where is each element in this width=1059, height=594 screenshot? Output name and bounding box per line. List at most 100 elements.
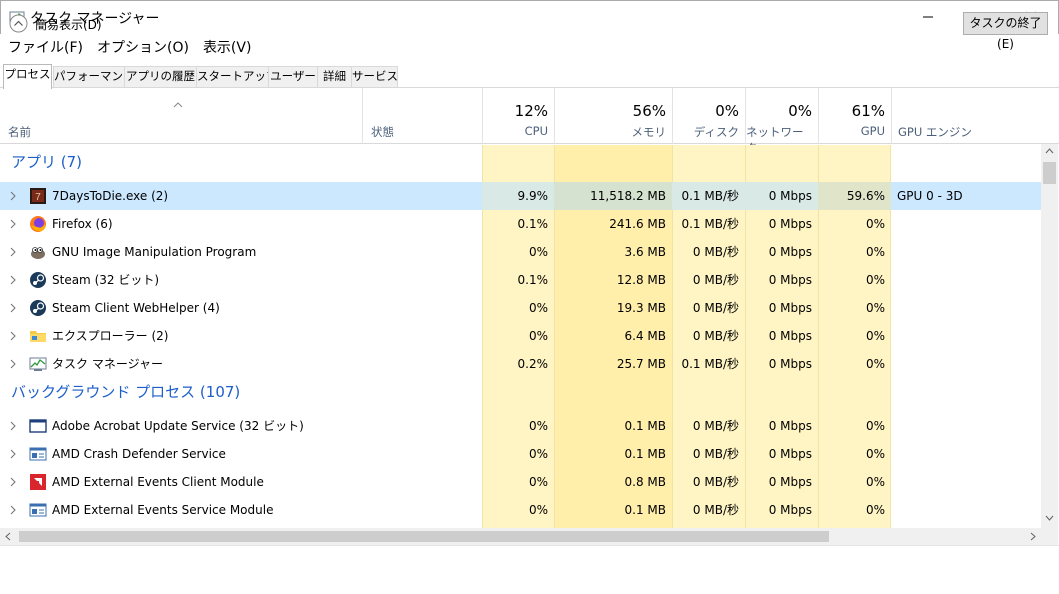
- chevron-right-icon[interactable]: [9, 477, 17, 487]
- column-status-label: 状態: [371, 125, 394, 139]
- chevron-right-icon[interactable]: [9, 421, 17, 431]
- process-row[interactable]: AMD External Events Service Module 0% 0.1 …: [0, 496, 1041, 524]
- cpu-cell: 0.2%: [517, 357, 549, 371]
- scroll-right-icon[interactable]: [1030, 532, 1036, 541]
- gpu-engine-cell: GPU 0 - 3D: [897, 189, 963, 203]
- process-row[interactable]: Steam (32 ビット) 0.1% 12.8 MB 0 MB/秒 0 Mbps 0%: [0, 266, 1041, 294]
- fewer-details-link[interactable]: 簡易表示(D): [35, 16, 102, 33]
- disk-cell: 0 MB/秒: [692, 301, 739, 315]
- tab-services[interactable]: サービス: [351, 66, 398, 87]
- disk-cell: 0 MB/秒: [692, 503, 739, 517]
- column-cpu[interactable]: 12% CPU: [482, 88, 554, 144]
- menu-view[interactable]: 表示(V): [196, 36, 259, 60]
- process-list[interactable]: アプリ (7) 7 7DaysToDie.exe (2) 9.9% 11,518.2 M…: [0, 145, 1041, 528]
- memory-cell: 0.1 MB: [624, 447, 666, 461]
- tab-performance[interactable]: パフォーマンス: [53, 66, 134, 87]
- disk-cell: 0 MB/秒: [692, 245, 739, 259]
- process-row[interactable]: エクスプローラー (2) 0% 6.4 MB 0 MB/秒 0 Mbps 0%: [0, 322, 1041, 350]
- tab-details[interactable]: 詳細: [317, 66, 352, 87]
- gpu-cell: 0%: [865, 419, 885, 433]
- network-total: 0%: [788, 102, 812, 120]
- group-header: バックグラウンド プロセス (107): [11, 383, 241, 401]
- network-cell: 0 Mbps: [768, 217, 812, 231]
- vertical-scrollbar[interactable]: [1041, 144, 1058, 528]
- gpu-cell: 0%: [865, 273, 885, 287]
- process-row[interactable]: AMD Crash Defender Service 0% 0.1 MB 0 MB/秒…: [0, 440, 1041, 468]
- gimp-icon: [31, 247, 45, 259]
- tab-app-history[interactable]: アプリの履歴: [124, 66, 197, 87]
- amd-icon: [30, 474, 46, 490]
- chevron-up-icon: [173, 102, 183, 108]
- minimize-icon: [923, 16, 933, 18]
- network-cell: 0 Mbps: [768, 357, 812, 371]
- process-row[interactable]: Adobe Acrobat Update Service (32 ビット) 0% 0…: [0, 412, 1041, 440]
- gpu-cell: 0%: [865, 301, 885, 315]
- vertical-scroll-thumb[interactable]: [1043, 162, 1056, 184]
- process-row[interactable]: タスク マネージャー 0.2% 25.7 MB 0.1 MB/秒 0 Mbps 0%: [0, 350, 1041, 378]
- task-manager-icon: [29, 357, 47, 371]
- scroll-left-icon[interactable]: [5, 532, 11, 541]
- process-name: AMD Crash Defender Service: [52, 447, 226, 461]
- process-row[interactable]: Steam Client WebHelper (4) 0% 19.3 MB 0 MB/…: [0, 294, 1041, 322]
- disk-cell: 0.1 MB/秒: [672, 182, 745, 210]
- process-name: AMD External Events Client Module: [52, 475, 264, 489]
- tab-startup[interactable]: スタートアップ: [196, 66, 278, 87]
- chevron-right-icon[interactable]: [9, 449, 17, 459]
- tab-processes[interactable]: プロセス: [3, 64, 52, 89]
- scroll-down-icon[interactable]: [1045, 515, 1054, 521]
- menu-file[interactable]: ファイル(F): [1, 36, 90, 60]
- menu-options[interactable]: オプション(O): [90, 36, 196, 60]
- memory-cell: 19.3 MB: [616, 301, 666, 315]
- chevron-right-icon[interactable]: [9, 505, 17, 515]
- column-memory[interactable]: 56% メモリ: [554, 88, 672, 144]
- chevron-right-icon[interactable]: [9, 275, 17, 285]
- cpu-cell: 0.1%: [517, 217, 549, 231]
- footer: [0, 545, 1059, 594]
- process-name: GNU Image Manipulation Program: [52, 245, 257, 259]
- chevron-right-icon[interactable]: [9, 359, 17, 369]
- network-cell: 0 Mbps: [768, 419, 812, 433]
- chevron-right-icon[interactable]: [9, 219, 17, 229]
- column-name[interactable]: 名前: [0, 88, 362, 144]
- column-disk[interactable]: 0% ディスク: [672, 88, 745, 144]
- cpu-cell: 0.1%: [517, 273, 549, 287]
- chevron-right-icon[interactable]: [9, 331, 17, 341]
- memory-cell: 0.8 MB: [624, 475, 666, 489]
- column-status[interactable]: 状態: [362, 88, 482, 144]
- process-name: 7DaysToDie.exe (2): [52, 189, 169, 203]
- memory-cell: 12.8 MB: [616, 273, 666, 287]
- folder-icon: [30, 331, 46, 342]
- column-header: 名前 状態 12% CPU 56% メモリ 0% ディスク 0% ネットワーク …: [0, 88, 1059, 155]
- column-gpu[interactable]: 61% GPU: [818, 88, 891, 144]
- service-icon: [29, 503, 47, 517]
- process-row[interactable]: AMD External Events Client Module 0% 0.8 M…: [0, 468, 1041, 496]
- process-row[interactable]: GNU Image Manipulation Program 0% 3.6 MB 0 …: [0, 238, 1041, 266]
- network-cell: 0 Mbps: [768, 475, 812, 489]
- gpu-cell: 0%: [865, 475, 885, 489]
- chevron-right-icon[interactable]: [9, 303, 17, 313]
- column-gpu-engine[interactable]: GPU エンジン: [891, 88, 1041, 144]
- scroll-up-icon[interactable]: [1045, 148, 1054, 154]
- minimize-button[interactable]: [905, 1, 951, 33]
- gpu-cell: 0%: [865, 217, 885, 231]
- column-network[interactable]: 0% ネットワーク: [745, 88, 818, 155]
- tab-users[interactable]: ユーザー: [268, 66, 318, 87]
- chevron-up-circle-icon[interactable]: [9, 14, 28, 33]
- disk-cell: 0 MB/秒: [692, 329, 739, 343]
- disk-cell: 0 MB/秒: [692, 419, 739, 433]
- memory-total: 56%: [632, 102, 666, 120]
- chevron-right-icon[interactable]: [9, 191, 17, 201]
- process-row[interactable]: Firefox (6) 0.1% 241.6 MB 0.1 MB/秒 0 Mbps 0%: [0, 210, 1041, 238]
- cpu-cell: 0%: [528, 447, 548, 461]
- end-task-button[interactable]: タスクの終了(E): [963, 12, 1048, 51]
- process-row[interactable]: 7 7DaysToDie.exe (2) 9.9% 11,518.2 MB 0.1 MB…: [0, 182, 1041, 210]
- horizontal-scroll-thumb[interactable]: [19, 531, 829, 542]
- svg-text:7: 7: [35, 192, 41, 203]
- window-icon: [29, 419, 47, 433]
- network-cell: 0 Mbps: [768, 245, 812, 259]
- network-cell: 0 Mbps: [768, 503, 812, 517]
- process-name: Firefox (6): [52, 217, 113, 231]
- 7days-icon: 7: [30, 188, 46, 204]
- chevron-right-icon[interactable]: [9, 247, 17, 257]
- group-header: アプリ (7): [11, 153, 83, 171]
